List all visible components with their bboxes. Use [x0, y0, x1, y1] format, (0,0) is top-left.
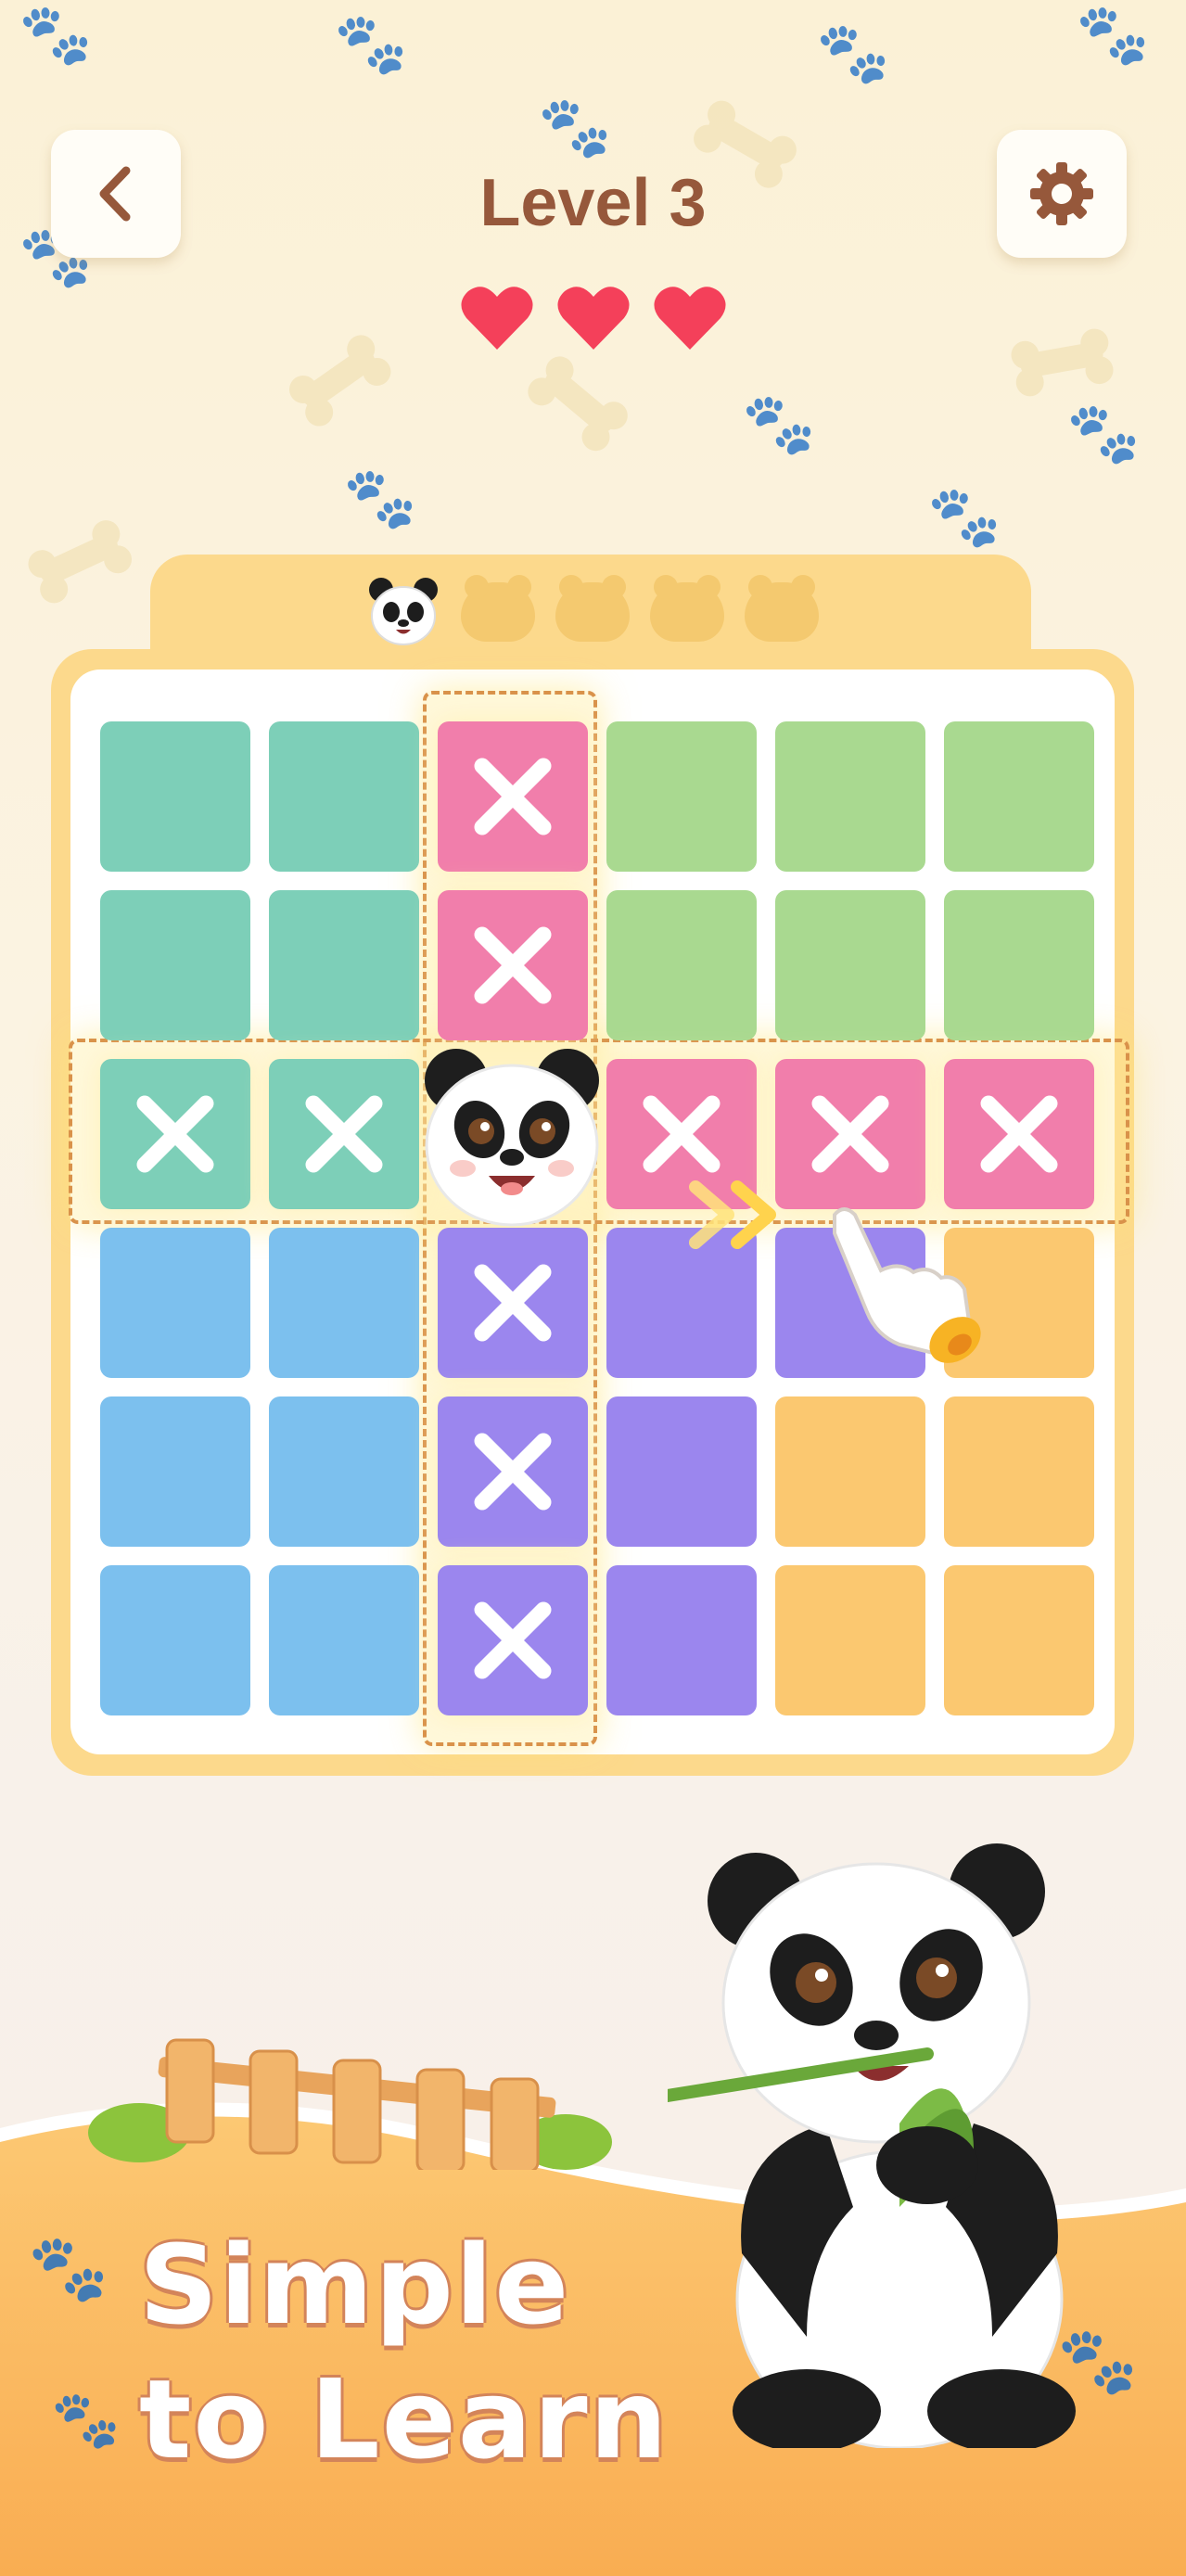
cross-icon	[136, 1095, 214, 1173]
panda-empty-slot	[745, 575, 819, 642]
panda-head-icon[interactable]	[414, 1039, 609, 1233]
panda-mascot	[668, 1843, 1076, 2448]
lives-hearts	[0, 283, 1186, 353]
cross-icon	[474, 926, 552, 1004]
tile-marked[interactable]	[269, 1059, 419, 1209]
gear-icon	[1030, 162, 1093, 225]
tile[interactable]	[775, 1396, 925, 1547]
paw-print-icon: 🐾	[19, 1, 93, 70]
tile[interactable]	[775, 890, 925, 1040]
tile[interactable]	[944, 1565, 1094, 1715]
tile-marked[interactable]	[100, 1059, 250, 1209]
tile[interactable]	[269, 890, 419, 1040]
tile[interactable]	[100, 721, 250, 872]
panda-empty-slot	[650, 575, 724, 642]
cross-icon	[980, 1095, 1058, 1173]
paw-print-icon: 🐾	[343, 465, 417, 533]
heart-icon	[460, 287, 533, 350]
tile-marked[interactable]	[438, 1396, 588, 1547]
tile[interactable]	[269, 1565, 419, 1715]
panda-progress	[366, 575, 819, 649]
tile[interactable]	[100, 1565, 250, 1715]
heart-icon	[556, 287, 630, 350]
bone-icon	[704, 110, 789, 173]
bone-icon	[35, 530, 122, 588]
pointing-hand-icon	[833, 1207, 981, 1363]
tile[interactable]	[269, 721, 419, 872]
tile[interactable]	[100, 1396, 250, 1547]
tile-marked[interactable]	[438, 1565, 588, 1715]
panda-collected-icon	[369, 578, 438, 645]
bone-icon	[297, 344, 380, 413]
panda-empty-slot	[461, 575, 535, 642]
tile[interactable]	[606, 721, 757, 872]
tile-marked[interactable]	[438, 721, 588, 872]
cross-icon	[474, 758, 552, 835]
heart-icon	[653, 287, 726, 350]
svg-text:🐾: 🐾	[28, 2230, 108, 2306]
swipe-arrow-icon	[689, 1180, 776, 1249]
tile[interactable]	[269, 1396, 419, 1547]
cross-icon	[811, 1095, 889, 1173]
tile[interactable]	[775, 1565, 925, 1715]
panda-empty-slot	[555, 575, 630, 642]
paw-print-icon: 🐾	[1076, 1, 1150, 70]
tile[interactable]	[606, 890, 757, 1040]
tile[interactable]	[944, 1396, 1094, 1547]
paw-print-icon: 🐾	[334, 10, 408, 79]
bone-icon	[540, 365, 619, 438]
tile-marked[interactable]	[438, 890, 588, 1040]
cross-icon	[474, 1264, 552, 1342]
settings-button[interactable]	[997, 130, 1127, 258]
tile-marked[interactable]	[944, 1059, 1094, 1209]
tile[interactable]	[944, 890, 1094, 1040]
paw-print-icon: 🐾	[816, 19, 890, 88]
cross-icon	[474, 1601, 552, 1679]
tile-marked[interactable]	[438, 1228, 588, 1378]
slogan-line1: Simple	[139, 2221, 571, 2349]
tile[interactable]	[100, 890, 250, 1040]
paw-print-icon: 🐾	[1066, 400, 1141, 468]
tile[interactable]	[269, 1228, 419, 1378]
cross-icon	[643, 1095, 721, 1173]
paw-print-icon: 🐾	[742, 390, 816, 459]
cross-icon	[305, 1095, 383, 1173]
tile[interactable]	[606, 1565, 757, 1715]
paw-print-icon: 🐾	[538, 94, 612, 162]
tile[interactable]	[944, 721, 1094, 872]
tile[interactable]	[606, 1396, 757, 1547]
cross-icon	[474, 1433, 552, 1511]
tile[interactable]	[775, 721, 925, 872]
paw-print-icon: 🐾	[927, 483, 1001, 552]
svg-text:🐾: 🐾	[51, 2388, 121, 2453]
slogan-line2: to Learn	[139, 2355, 670, 2483]
tile[interactable]	[100, 1228, 250, 1378]
wooden-fence	[88, 2038, 612, 2170]
